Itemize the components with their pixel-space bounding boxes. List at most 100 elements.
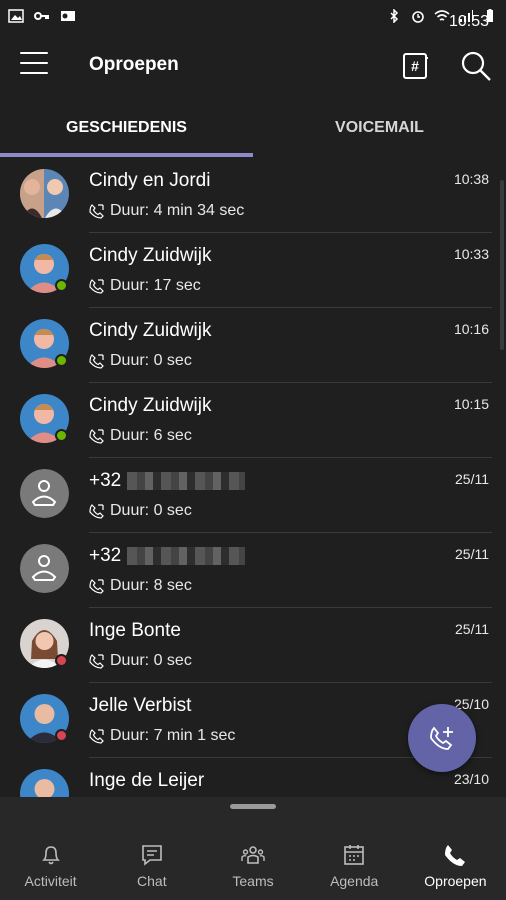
call-time: 25/11 xyxy=(455,621,489,637)
phone-outgoing-icon xyxy=(89,353,104,369)
dialpad-icon[interactable]: # xyxy=(402,52,430,80)
presence-busy-badge xyxy=(55,654,68,667)
avatar xyxy=(20,769,69,798)
wifi-icon xyxy=(434,10,450,21)
redacted-number xyxy=(127,471,246,490)
key-icon xyxy=(34,12,49,20)
nav-label: Chat xyxy=(137,873,167,889)
bluetooth-icon xyxy=(390,9,399,23)
caller-name: Cindy Zuidwijk xyxy=(89,320,212,341)
call-row[interactable]: +32 Duur: 0 sec 25/11 xyxy=(0,458,506,533)
phone-outgoing-icon xyxy=(89,278,104,294)
bottom-navigation: Activiteit Chat Teams Agenda Oproepen xyxy=(0,797,506,900)
outlook-icon xyxy=(61,11,75,21)
call-duration: Duur: 6 sec xyxy=(89,427,192,445)
phone-outgoing-icon xyxy=(89,653,104,669)
status-time: 10:53 xyxy=(448,13,489,30)
unknown-caller-avatar xyxy=(20,544,69,593)
nav-label: Teams xyxy=(232,873,274,889)
duration-text: Duur: 17 sec xyxy=(110,277,201,294)
caller-name: Inge Bonte xyxy=(89,620,181,641)
presence-available-badge xyxy=(55,429,68,442)
page-title: Oproepen xyxy=(89,54,179,75)
calendar-icon xyxy=(344,845,365,865)
tab-bar: GESCHIEDENIS VOICEMAIL xyxy=(0,98,506,158)
caller-name: Inge de Leijer xyxy=(89,770,205,791)
unknown-caller-avatar xyxy=(20,469,69,518)
call-duration: Duur: 4 min 34 sec xyxy=(89,202,244,220)
bell-icon xyxy=(41,846,60,865)
call-time: 10:38 xyxy=(453,171,489,187)
presence-available-badge xyxy=(55,354,68,367)
caller-name: Jelle Verbist xyxy=(89,695,192,716)
call-duration: Duur: 0 sec xyxy=(89,502,192,520)
nav-label: Oproepen xyxy=(424,873,487,889)
call-row[interactable]: Inge Bonte Duur: 0 sec 25/11 xyxy=(0,608,506,683)
caller-number: +32 xyxy=(89,545,122,566)
nav-activiteit[interactable]: Activiteit xyxy=(0,797,101,900)
call-time: 10:16 xyxy=(453,321,489,337)
call-time: 23/10 xyxy=(453,771,489,787)
duration-text: Duur: 0 sec xyxy=(110,502,192,519)
duration-text: Duur: 0 sec xyxy=(110,352,192,369)
caller-name: Cindy Zuidwijk xyxy=(89,395,212,416)
caller-name: Cindy en Jordi xyxy=(89,170,211,191)
redacted-number xyxy=(127,546,246,565)
call-duration: Duur: 0 sec xyxy=(89,652,192,670)
duration-text: Duur: 4 min 34 sec xyxy=(110,202,245,219)
scrollbar[interactable] xyxy=(500,180,504,350)
duration-text: Duur: 8 sec xyxy=(110,577,192,594)
alarm-icon xyxy=(412,11,424,23)
phone-outgoing-icon xyxy=(89,578,104,594)
teams-icon xyxy=(241,846,265,864)
call-row[interactable]: +32 Duur: 8 sec 25/11 xyxy=(0,533,506,608)
phone-outgoing-icon xyxy=(89,203,104,219)
caller-name: Cindy Zuidwijk xyxy=(89,245,212,266)
caller-name: +32 xyxy=(89,545,246,567)
phone-outgoing-icon xyxy=(89,728,104,744)
phone-icon xyxy=(445,845,466,866)
duration-text: Duur: 0 sec xyxy=(110,652,192,669)
call-duration: Duur: 17 sec xyxy=(89,277,201,295)
status-bar: 10:53 xyxy=(0,0,506,32)
new-call-button[interactable] xyxy=(408,704,476,772)
nav-oproepen[interactable]: Oproepen xyxy=(405,797,506,900)
app-header: Oproepen # xyxy=(0,32,506,98)
call-time: 10:15 xyxy=(453,396,489,412)
svg-text:#: # xyxy=(411,58,419,74)
call-history-list: Cindy en Jordi Duur: 4 min 34 sec 10:38 … xyxy=(0,158,506,798)
nav-chat[interactable]: Chat xyxy=(101,797,202,900)
nav-label: Agenda xyxy=(330,873,379,889)
call-row[interactable]: Cindy Zuidwijk Duur: 6 sec 10:15 xyxy=(0,383,506,458)
phone-outgoing-icon xyxy=(89,503,104,519)
hamburger-menu-icon[interactable] xyxy=(20,52,48,76)
gallery-icon xyxy=(8,9,24,23)
call-row[interactable]: Cindy en Jordi Duur: 4 min 34 sec 10:38 xyxy=(0,158,506,233)
avatar xyxy=(20,169,69,218)
tab-voicemail[interactable]: VOICEMAIL xyxy=(253,98,506,158)
call-time: 25/11 xyxy=(455,546,489,562)
nav-label: Activiteit xyxy=(24,873,77,889)
call-row[interactable]: Cindy Zuidwijk Duur: 17 sec 10:33 xyxy=(0,233,506,308)
phone-outgoing-icon xyxy=(89,428,104,444)
caller-name: +32 xyxy=(89,470,246,492)
tab-indicator xyxy=(0,153,253,157)
duration-text: Duur: 7 min 1 sec xyxy=(110,727,236,744)
search-icon[interactable] xyxy=(460,50,492,82)
nav-teams[interactable]: Teams xyxy=(202,797,303,900)
call-time: 10:33 xyxy=(453,246,489,262)
drag-handle[interactable] xyxy=(230,804,276,809)
nav-agenda[interactable]: Agenda xyxy=(304,797,405,900)
presence-busy-badge xyxy=(55,729,68,742)
chat-icon xyxy=(141,845,162,866)
caller-number: +32 xyxy=(89,470,122,491)
call-row[interactable]: Cindy Zuidwijk Duur: 0 sec 10:16 xyxy=(0,308,506,383)
call-duration: Duur: 8 sec xyxy=(89,577,192,595)
tab-geschiedenis[interactable]: GESCHIEDENIS xyxy=(0,98,253,158)
call-duration: Duur: 0 sec xyxy=(89,352,192,370)
duration-text: Duur: 6 sec xyxy=(110,427,192,444)
presence-available-badge xyxy=(55,279,68,292)
call-time: 25/11 xyxy=(455,471,489,487)
call-duration: Duur: 7 min 1 sec xyxy=(89,727,235,745)
phone-add-icon xyxy=(430,726,453,750)
